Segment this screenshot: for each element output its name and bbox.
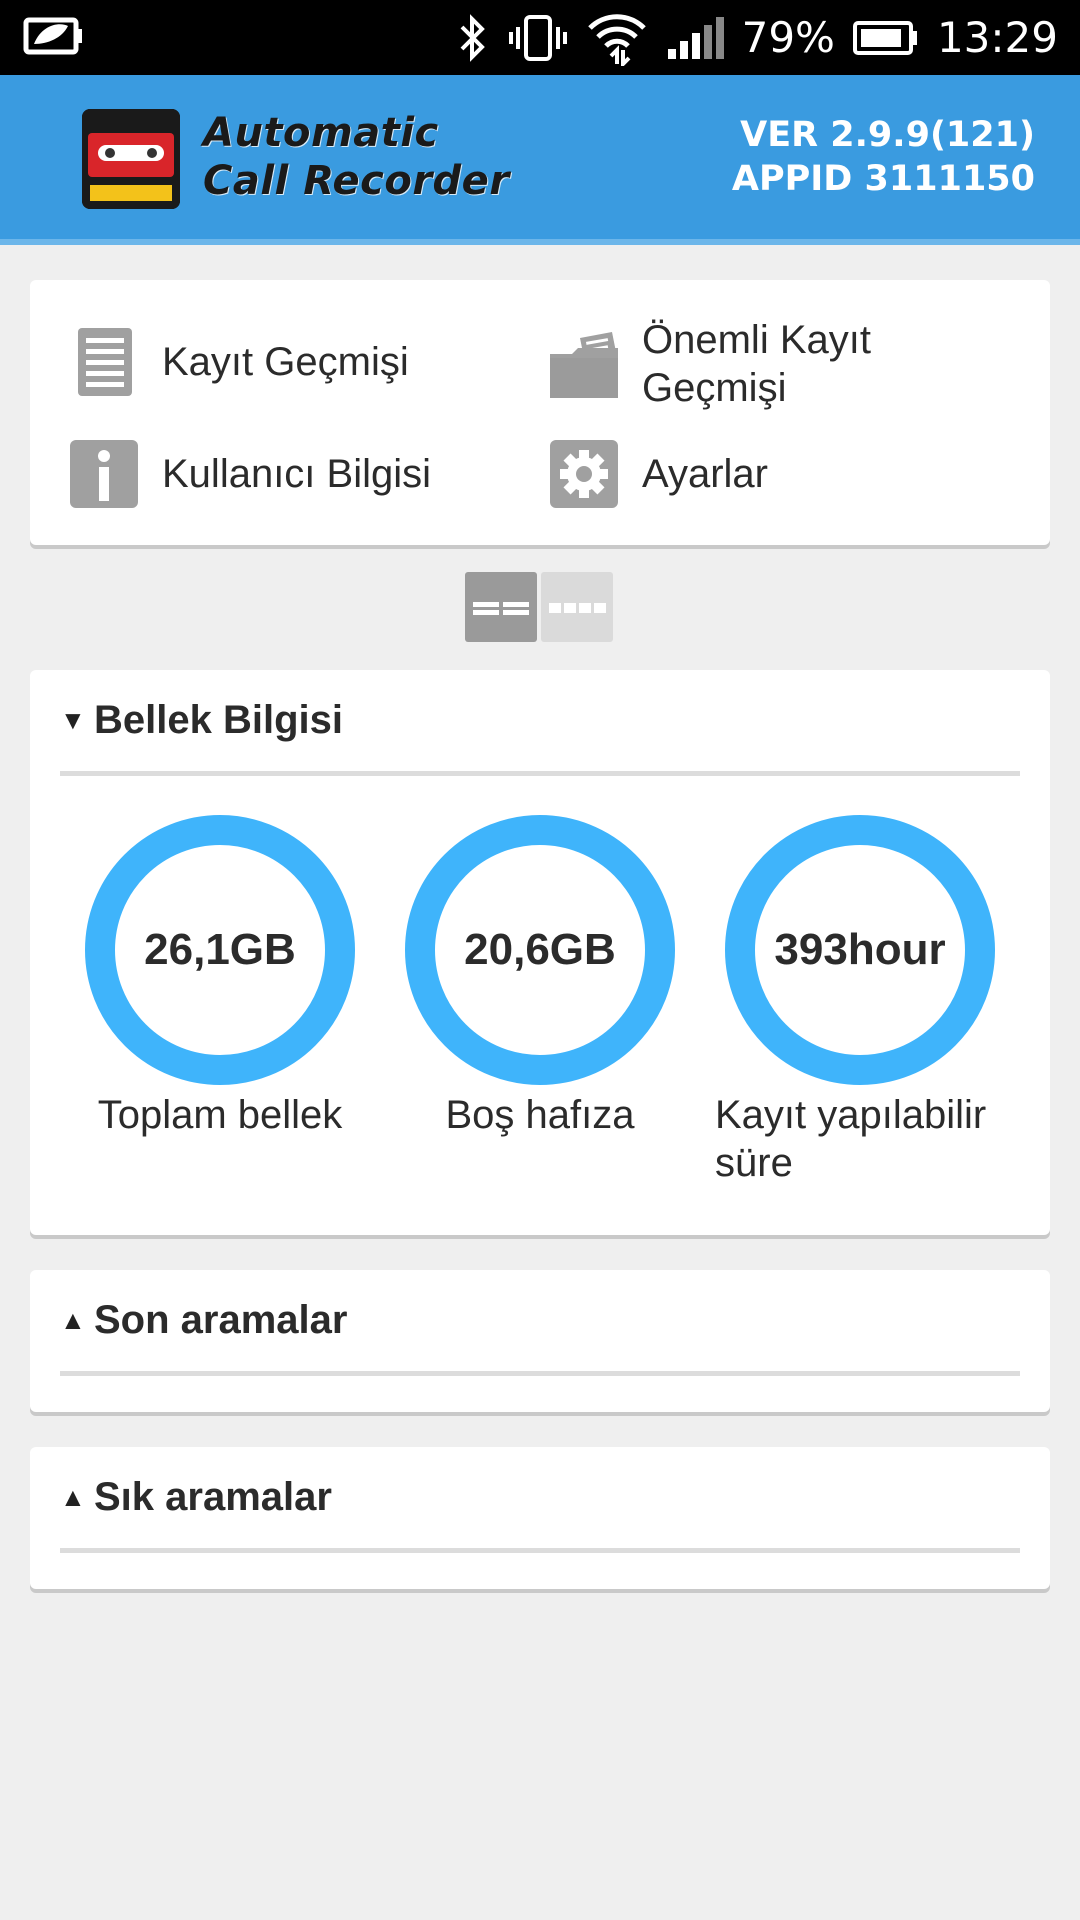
memory-info-card: ▼ Bellek Bilgisi 26,1GB Toplam bellek 20… — [30, 670, 1050, 1235]
version-info: VER 2.9.9(121) APPID 3111150 — [732, 113, 1035, 201]
recording-time-gauge: 393hour Kayıt yapılabilir süre — [715, 815, 1015, 1187]
gauge-value: 26,1GB — [144, 925, 296, 974]
menu-item-settings[interactable]: Ayarlar — [550, 440, 768, 508]
info-icon — [70, 440, 138, 508]
battery-saver-icon — [22, 14, 84, 63]
page-indicator-four-column[interactable] — [541, 572, 613, 642]
free-memory-gauge: 20,6GB Boş hafıza — [405, 815, 675, 1139]
gauge-label: Toplam bellek — [97, 1093, 343, 1137]
app-id-text: APPID 3111150 — [731, 159, 1035, 199]
menu-item-record-history[interactable]: Kayıt Geçmişi — [70, 328, 409, 396]
menu-item-user-info[interactable]: Kullanıcı Bilgisi — [70, 440, 431, 508]
menu-item-important-history[interactable]: Önemli Kayıt Geçmişi — [550, 316, 990, 412]
version-text: VER 2.9.9(121) — [740, 115, 1035, 155]
section-title: Sık aramalar — [94, 1475, 332, 1519]
gauge-value: 20,6GB — [464, 925, 616, 974]
app-logo — [82, 109, 180, 209]
app-title: Automatic Call Recorder — [203, 110, 510, 204]
collapse-arrow-icon: ▼ — [60, 705, 86, 735]
menu-item-label: Ayarlar — [642, 452, 768, 496]
list-document-icon — [70, 328, 138, 396]
recent-calls-card: ▲ Son aramalar — [30, 1270, 1050, 1412]
gauge-value: 393hour — [774, 925, 946, 974]
folder-icon — [550, 330, 618, 398]
total-memory-gauge: 26,1GB Toplam bellek — [85, 815, 355, 1139]
expand-arrow-icon: ▲ — [60, 1305, 86, 1335]
page-indicator — [465, 572, 613, 642]
vibrate-icon — [508, 13, 568, 63]
section-title: Son aramalar — [94, 1298, 348, 1342]
clock: 13:29 — [936, 13, 1058, 62]
page-indicator-two-column[interactable] — [465, 572, 537, 642]
battery-percent: 79% — [741, 13, 835, 62]
gauge-ring: 26,1GB — [85, 815, 355, 1085]
wifi-icon — [586, 10, 648, 66]
gauge-ring: 20,6GB — [405, 815, 675, 1085]
expand-arrow-icon: ▲ — [60, 1482, 86, 1512]
section-title: Bellek Bilgisi — [94, 698, 343, 742]
menu-item-label: Kayıt Geçmişi — [162, 340, 409, 384]
bluetooth-icon — [456, 13, 490, 63]
gauge-label: Boş hafıza — [445, 1093, 635, 1137]
recent-calls-header[interactable]: ▲ Son aramalar — [60, 1270, 1020, 1376]
frequent-calls-header[interactable]: ▲ Sık aramalar — [60, 1447, 1020, 1553]
gauge-label: Kayıt yapılabilir süre — [715, 1093, 987, 1185]
app-header: Automatic Call Recorder VER 2.9.9(121) A… — [0, 75, 1080, 245]
gauge-ring: 393hour — [725, 815, 995, 1085]
gear-icon — [550, 440, 618, 508]
status-bar: 79% 13:29 — [0, 0, 1080, 75]
frequent-calls-card: ▲ Sık aramalar — [30, 1447, 1050, 1589]
signal-icon — [666, 15, 724, 61]
battery-icon — [852, 20, 919, 56]
menu-item-label: Önemli Kayıt Geçmişi — [642, 318, 871, 410]
memory-section-header[interactable]: ▼ Bellek Bilgisi — [60, 670, 1020, 776]
menu-item-label: Kullanıcı Bilgisi — [162, 452, 432, 496]
menu-card: Kayıt Geçmişi Önemli Kayıt Geçmişi Kulla… — [30, 280, 1050, 545]
